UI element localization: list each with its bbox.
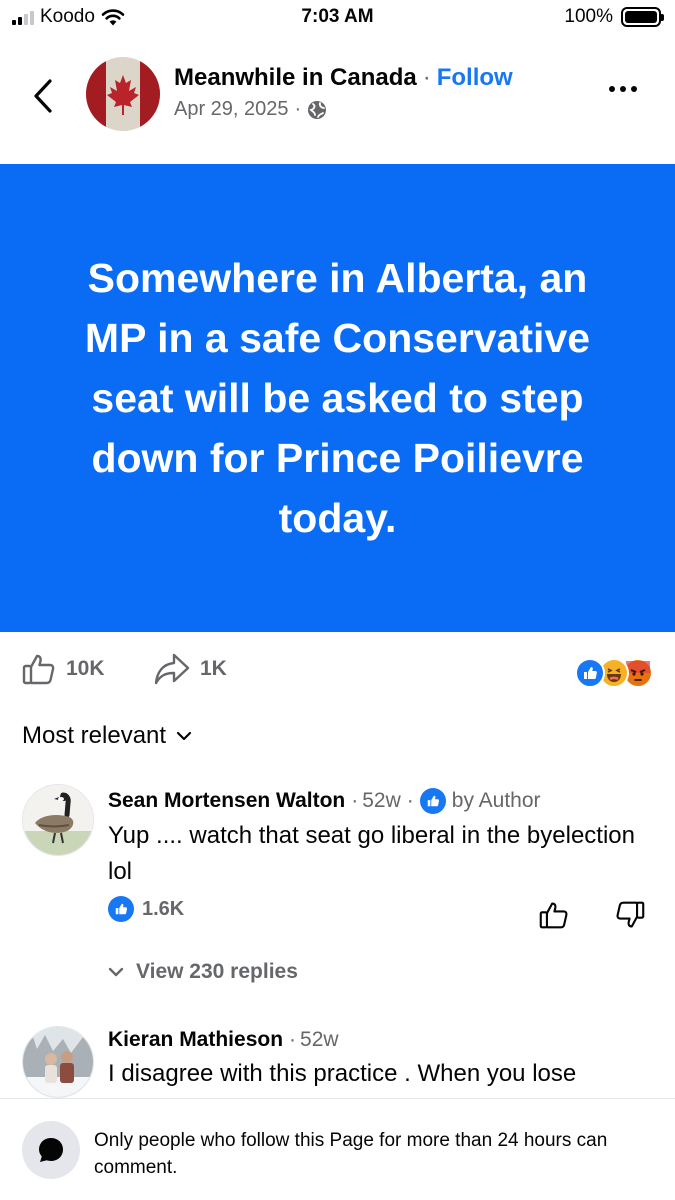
reaction-summary[interactable] [575,658,653,688]
comment-bubble-icon [22,1121,80,1179]
commenter-avatar[interactable] [22,784,94,856]
comment-header: Sean Mortensen Walton · 52w · by Author [108,788,659,814]
page-avatar[interactable] [86,57,160,131]
comment-vote-controls [539,900,645,930]
comment-age[interactable]: 52w [300,1028,339,1052]
follow-button[interactable]: Follow [437,64,513,92]
like-button[interactable]: 10K [22,652,105,686]
commenter-name[interactable]: Kieran Mathieson [108,1028,283,1052]
globe-icon [308,100,327,119]
share-icon [154,653,190,685]
post-text-card[interactable]: Somewhere in Alberta, an MP in a safe Co… [0,164,675,632]
title-separator: · [422,64,431,91]
canada-flag-avatar [86,57,160,131]
like-count: 10K [66,657,105,680]
post-text: Somewhere in Alberta, an MP in a safe Co… [84,255,591,541]
comment-header: Kieran Mathieson · 52w [108,1028,659,1052]
post-actions: 10K 1K [0,648,675,698]
battery-icon [621,7,664,27]
comment-item: Sean Mortensen Walton · 52w · by Author … [0,784,675,994]
chevron-down-icon [176,731,192,741]
page-name[interactable]: Meanwhile in Canada [174,64,417,92]
comment-body: Kieran Mathieson · 52w I disagree with t… [108,1028,659,1092]
comment-text: Yup .... watch that seat go liberal in t… [108,822,635,885]
battery-percent: 100% [564,6,613,27]
upvote-icon[interactable] [539,900,569,930]
comment-separator: · [406,789,414,812]
comment-age-separator: · [289,1028,297,1051]
date-separator: · [294,98,302,120]
like-reaction-icon [575,658,605,688]
thumbs-up-icon [22,654,55,685]
couple-photo-avatar [23,1027,93,1097]
comment-restriction-footer: Only people who follow this Page for mor… [0,1098,675,1200]
comment-like-count: 1.6K [142,897,185,920]
comment-item: Kieran Mathieson · 52w I disagree with t… [0,1024,675,1098]
post-header: Meanwhile in Canada · Follow Apr 29, 202… [0,56,675,136]
more-icon [609,86,615,92]
commenter-avatar[interactable] [22,1026,94,1098]
author-badge-label: by Author [451,789,541,812]
comment-like-icon [108,896,134,922]
downvote-icon[interactable] [615,900,645,930]
share-count: 1K [200,657,227,680]
status-right: 100% [564,6,664,28]
comment-sort-dropdown[interactable]: Most relevant [22,722,192,750]
author-like-icon [419,788,446,814]
sort-label: Most relevant [22,722,167,749]
header-title-row: Meanwhile in Canada · Follow [174,64,513,92]
author-like-badge: by Author [419,788,541,814]
header-text: Meanwhile in Canada · Follow Apr 29, 202… [174,64,513,121]
comment-age-separator: · [351,789,359,812]
post-meta: Apr 29, 2025 · [174,98,513,121]
more-button[interactable] [609,86,637,92]
commenter-name[interactable]: Sean Mortensen Walton [108,789,345,813]
view-replies-label: View 230 replies [136,960,298,983]
comment-restriction-text: Only people who follow this Page for mor… [94,1130,608,1178]
chevron-down-icon [108,967,124,977]
share-button[interactable]: 1K [154,652,227,686]
comment-age[interactable]: 52w [362,789,401,813]
comment-text: I disagree with this practice . When you… [108,1060,577,1087]
back-icon [34,79,52,113]
goose-avatar [23,785,93,855]
view-replies-button[interactable]: View 230 replies [108,960,298,984]
post-date[interactable]: Apr 29, 2025 [174,98,289,121]
status-bar: Koodo 7:03 AM 100% [0,0,675,40]
back-button[interactable] [28,76,58,116]
